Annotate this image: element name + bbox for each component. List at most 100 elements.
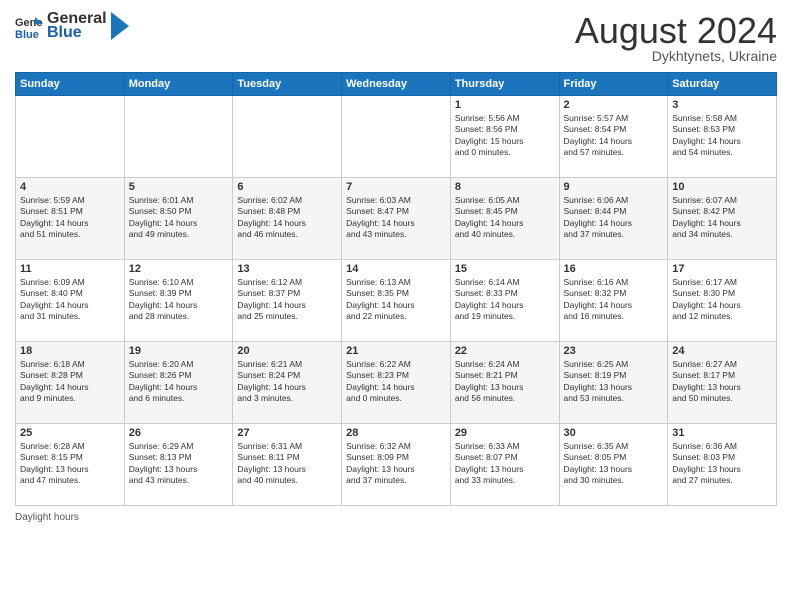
calendar-day-header: Tuesday [233, 73, 342, 96]
footer: Daylight hours [15, 512, 777, 523]
day-number: 26 [129, 427, 229, 439]
day-info: Sunrise: 6:05 AM Sunset: 8:45 PM Dayligh… [455, 195, 555, 241]
day-info: Sunrise: 5:58 AM Sunset: 8:53 PM Dayligh… [672, 113, 772, 159]
logo-icon: General Blue [15, 12, 43, 40]
calendar-cell: 7Sunrise: 6:03 AM Sunset: 8:47 PM Daylig… [342, 178, 451, 260]
calendar-cell: 2 Sunrise: 5:57 AM Sunset: 8:54 PM Daylig… [559, 96, 668, 178]
day-number: 20 [237, 345, 337, 357]
day-info: Sunrise: 6:16 AM Sunset: 8:32 PM Dayligh… [564, 277, 664, 323]
calendar-week-row: 18 Sunrise: 6:18 AM Sunset: 8:28 PM Dayli… [16, 342, 777, 424]
day-number: 6 [237, 181, 337, 193]
day-info: Sunrise: 6:36 AM Sunset: 8:03 PM Dayligh… [672, 441, 772, 487]
calendar-cell: 1Sunrise: 5:56 AM Sunset: 8:56 PM Daylig… [450, 96, 559, 178]
day-info: Sunrise: 6:32 AM Sunset: 8:09 PM Dayligh… [346, 441, 446, 487]
calendar-cell: 19Sunrise: 6:20 AM Sunset: 8:26 PM Dayli… [124, 342, 233, 424]
day-info: Sunrise: 6:14 AM Sunset: 8:33 PM Dayligh… [455, 277, 555, 323]
calendar-day-header: Saturday [668, 73, 777, 96]
day-info: Sunrise: 6:06 AM Sunset: 8:44 PM Dayligh… [564, 195, 664, 241]
calendar-cell: 29Sunrise: 6:33 AM Sunset: 8:07 PM Dayli… [450, 424, 559, 506]
calendar-cell: 15 Sunrise: 6:14 AM Sunset: 8:33 PM Dayli… [450, 260, 559, 342]
day-info: Sunrise: 6:35 AM Sunset: 8:05 PM Dayligh… [564, 441, 664, 487]
calendar-cell: 17Sunrise: 6:17 AM Sunset: 8:30 PM Dayli… [668, 260, 777, 342]
calendar-cell: 8 Sunrise: 6:05 AM Sunset: 8:45 PM Daylig… [450, 178, 559, 260]
calendar-cell: 16Sunrise: 6:16 AM Sunset: 8:32 PM Dayli… [559, 260, 668, 342]
day-info: Sunrise: 5:59 AM Sunset: 8:51 PM Dayligh… [20, 195, 120, 241]
day-number: 4 [20, 181, 120, 193]
day-info: Sunrise: 6:01 AM Sunset: 8:50 PM Dayligh… [129, 195, 229, 241]
calendar-week-row: 11 Sunrise: 6:09 AM Sunset: 8:40 PM Dayli… [16, 260, 777, 342]
day-number: 5 [129, 181, 229, 193]
day-info: Sunrise: 6:22 AM Sunset: 8:23 PM Dayligh… [346, 359, 446, 405]
calendar-cell: 10Sunrise: 6:07 AM Sunset: 8:42 PM Dayli… [668, 178, 777, 260]
calendar-cell: 31 Sunrise: 6:36 AM Sunset: 8:03 PM Dayli… [668, 424, 777, 506]
month-year-title: August 2024 [575, 10, 777, 52]
day-info: Sunrise: 6:20 AM Sunset: 8:26 PM Dayligh… [129, 359, 229, 405]
calendar-cell: 28 Sunrise: 6:32 AM Sunset: 8:09 PM Dayli… [342, 424, 451, 506]
day-number: 18 [20, 345, 120, 357]
calendar-cell: 26 Sunrise: 6:29 AM Sunset: 8:13 PM Dayli… [124, 424, 233, 506]
day-info: Sunrise: 6:25 AM Sunset: 8:19 PM Dayligh… [564, 359, 664, 405]
day-info: Sunrise: 6:09 AM Sunset: 8:40 PM Dayligh… [20, 277, 120, 323]
day-info: Sunrise: 6:13 AM Sunset: 8:35 PM Dayligh… [346, 277, 446, 323]
calendar-week-row: 25 Sunrise: 6:28 AM Sunset: 8:15 PM Dayli… [16, 424, 777, 506]
calendar-week-row: 4 Sunrise: 5:59 AM Sunset: 8:51 PM Daylig… [16, 178, 777, 260]
day-number: 25 [20, 427, 120, 439]
day-number: 8 [455, 181, 555, 193]
day-info: Sunrise: 5:57 AM Sunset: 8:54 PM Dayligh… [564, 113, 664, 159]
day-number: 31 [672, 427, 772, 439]
day-number: 1 [455, 99, 555, 111]
day-info: Sunrise: 6:18 AM Sunset: 8:28 PM Dayligh… [20, 359, 120, 405]
calendar-cell [233, 96, 342, 178]
calendar-day-header: Friday [559, 73, 668, 96]
calendar-cell: 24Sunrise: 6:27 AM Sunset: 8:17 PM Dayli… [668, 342, 777, 424]
calendar-cell: 12 Sunrise: 6:10 AM Sunset: 8:39 PM Dayli… [124, 260, 233, 342]
day-number: 12 [129, 263, 229, 275]
day-number: 24 [672, 345, 772, 357]
calendar-cell: 27 Sunrise: 6:31 AM Sunset: 8:11 PM Dayli… [233, 424, 342, 506]
calendar-week-row: 1Sunrise: 5:56 AM Sunset: 8:56 PM Daylig… [16, 96, 777, 178]
calendar-day-header: Sunday [16, 73, 125, 96]
calendar-cell: 13Sunrise: 6:12 AM Sunset: 8:37 PM Dayli… [233, 260, 342, 342]
day-info: Sunrise: 6:17 AM Sunset: 8:30 PM Dayligh… [672, 277, 772, 323]
day-info: Sunrise: 6:24 AM Sunset: 8:21 PM Dayligh… [455, 359, 555, 405]
day-number: 13 [237, 263, 337, 275]
calendar-cell: 23 Sunrise: 6:25 AM Sunset: 8:19 PM Dayli… [559, 342, 668, 424]
calendar-cell: 22 Sunrise: 6:24 AM Sunset: 8:21 PM Dayli… [450, 342, 559, 424]
day-number: 9 [564, 181, 664, 193]
day-number: 28 [346, 427, 446, 439]
day-number: 21 [346, 345, 446, 357]
day-info: Sunrise: 6:10 AM Sunset: 8:39 PM Dayligh… [129, 277, 229, 323]
day-info: Sunrise: 6:31 AM Sunset: 8:11 PM Dayligh… [237, 441, 337, 487]
calendar-cell: 5 Sunrise: 6:01 AM Sunset: 8:50 PM Daylig… [124, 178, 233, 260]
day-info: Sunrise: 6:02 AM Sunset: 8:48 PM Dayligh… [237, 195, 337, 241]
day-number: 30 [564, 427, 664, 439]
header: General Blue General Blue August 2024 Dy… [15, 10, 777, 64]
calendar-cell [16, 96, 125, 178]
calendar-cell: 6 Sunrise: 6:02 AM Sunset: 8:48 PM Daylig… [233, 178, 342, 260]
calendar-cell: 21 Sunrise: 6:22 AM Sunset: 8:23 PM Dayli… [342, 342, 451, 424]
calendar-day-header: Thursday [450, 73, 559, 96]
calendar-cell [124, 96, 233, 178]
calendar-cell: 11 Sunrise: 6:09 AM Sunset: 8:40 PM Dayli… [16, 260, 125, 342]
calendar-cell: 25 Sunrise: 6:28 AM Sunset: 8:15 PM Dayli… [16, 424, 125, 506]
calendar-cell: 30 Sunrise: 6:35 AM Sunset: 8:05 PM Dayli… [559, 424, 668, 506]
day-info: Sunrise: 6:21 AM Sunset: 8:24 PM Dayligh… [237, 359, 337, 405]
day-number: 15 [455, 263, 555, 275]
day-number: 14 [346, 263, 446, 275]
calendar-day-header: Wednesday [342, 73, 451, 96]
day-number: 23 [564, 345, 664, 357]
title-block: August 2024 Dykhtynets, Ukraine [575, 10, 777, 64]
day-number: 22 [455, 345, 555, 357]
calendar-day-header: Monday [124, 73, 233, 96]
calendar-cell: 3Sunrise: 5:58 AM Sunset: 8:53 PM Daylig… [668, 96, 777, 178]
day-number: 7 [346, 181, 446, 193]
day-number: 2 [564, 99, 664, 111]
svg-text:Blue: Blue [15, 29, 39, 40]
day-number: 29 [455, 427, 555, 439]
calendar-cell: 20 Sunrise: 6:21 AM Sunset: 8:24 PM Dayli… [233, 342, 342, 424]
day-info: Sunrise: 6:28 AM Sunset: 8:15 PM Dayligh… [20, 441, 120, 487]
calendar-header-row: SundayMondayTuesdayWednesdayThursdayFrid… [16, 73, 777, 96]
day-number: 11 [20, 263, 120, 275]
day-info: Sunrise: 6:29 AM Sunset: 8:13 PM Dayligh… [129, 441, 229, 487]
day-number: 27 [237, 427, 337, 439]
